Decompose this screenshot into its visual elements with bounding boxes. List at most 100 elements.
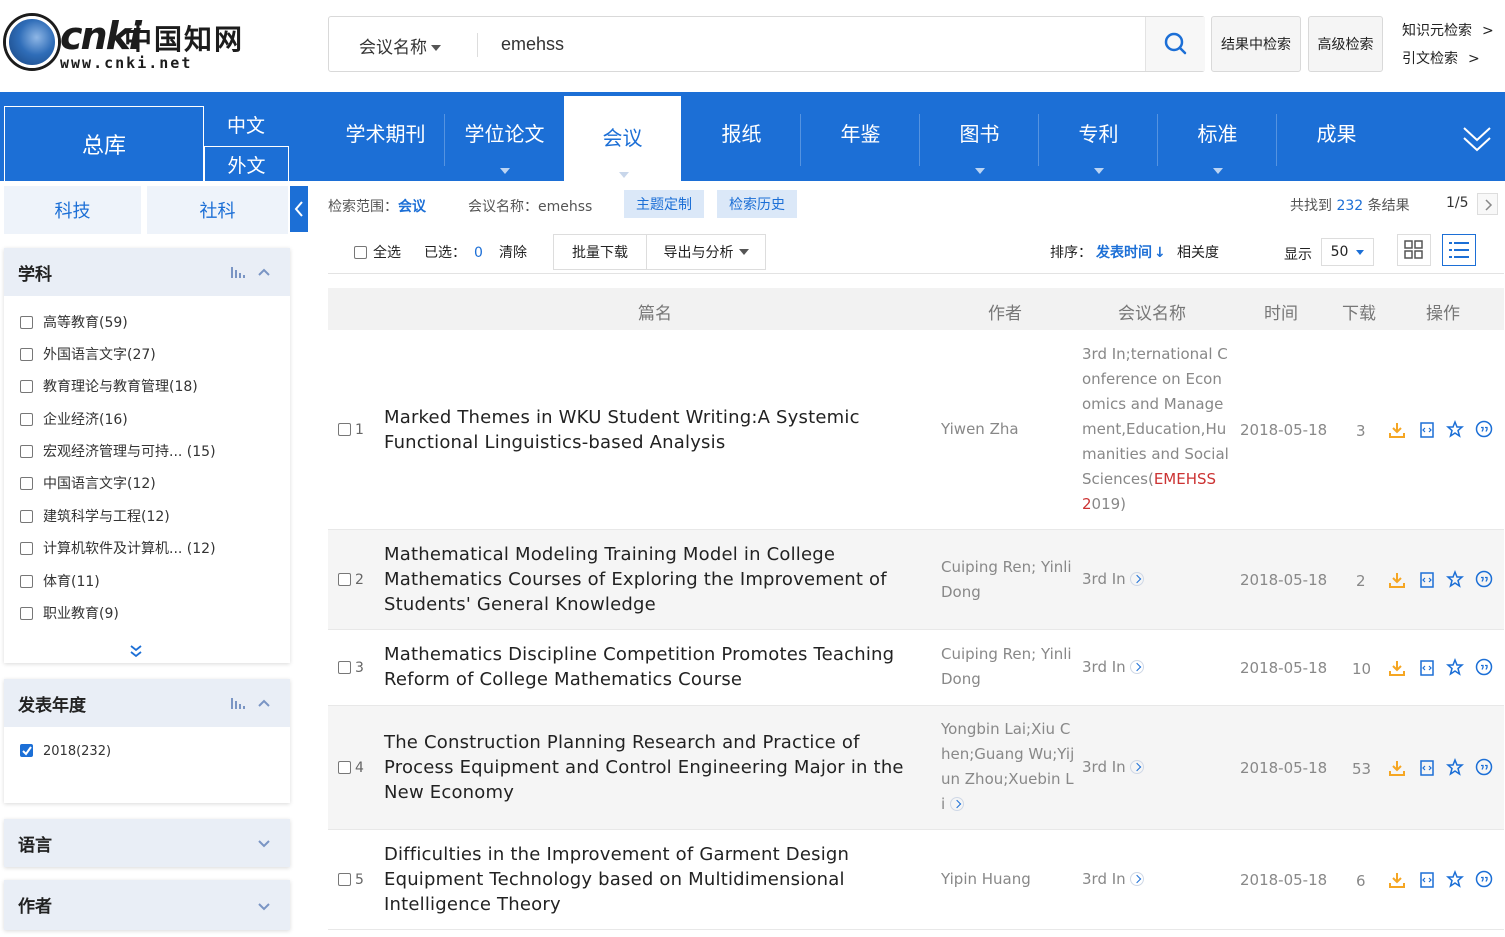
subtab-science[interactable]: 科技 — [4, 186, 141, 234]
subject-item[interactable]: 建筑科学与工程(12) — [20, 506, 170, 526]
language-filter-header[interactable]: 语言 — [4, 819, 290, 867]
download-icon[interactable] — [1388, 659, 1406, 677]
favorite-star-icon[interactable] — [1446, 870, 1464, 888]
checkbox[interactable] — [20, 509, 33, 523]
checkbox[interactable] — [338, 872, 351, 886]
row-select[interactable]: 5 — [338, 872, 364, 888]
tab-journals[interactable]: 学术期刊 — [326, 92, 445, 181]
citation-search-link[interactable]: 引文检索 > — [1402, 48, 1480, 68]
paper-title-link[interactable]: Mathematical Modeling Training Model in … — [384, 542, 914, 617]
paper-title-link[interactable]: Difficulties in the Improvement of Garme… — [384, 842, 914, 917]
batch-download-button[interactable]: 批量下载 — [553, 234, 647, 270]
conference-name[interactable]: 3rd In — [1082, 655, 1230, 680]
checkbox[interactable] — [354, 245, 367, 259]
author-link[interactable]: Cuiping Ren; Yinli Dong — [941, 642, 1075, 692]
subject-item[interactable]: 高等教育(59) — [20, 312, 128, 332]
paper-title-link[interactable]: The Construction Planning Research and P… — [384, 730, 914, 805]
chart-icon[interactable] — [230, 264, 248, 280]
quote-icon[interactable] — [1475, 658, 1493, 676]
search-input[interactable] — [501, 29, 1141, 59]
tab-achievements[interactable]: 成果 — [1277, 92, 1396, 181]
tab-foreign[interactable]: 外文 — [204, 146, 289, 181]
year-item[interactable]: 2018(232) — [20, 744, 111, 759]
subject-item[interactable]: 教育理论与教育管理(18) — [20, 376, 198, 396]
checkbox[interactable] — [20, 574, 33, 588]
search-history-button[interactable]: 检索历史 — [717, 190, 797, 218]
search-button[interactable] — [1145, 17, 1205, 71]
checkbox[interactable] — [20, 412, 33, 426]
conference-name[interactable]: 3rd In — [1082, 867, 1230, 892]
download-icon[interactable] — [1388, 871, 1406, 889]
checkbox[interactable] — [20, 476, 33, 490]
tab-all-databases[interactable]: 总库 — [4, 106, 204, 181]
expand-conference-button[interactable] — [1130, 871, 1145, 886]
favorite-star-icon[interactable] — [1446, 758, 1464, 776]
collapse-sidebar-button[interactable] — [290, 186, 308, 232]
sort-by-date-button[interactable]: 发表时间 ↓ — [1096, 242, 1166, 262]
checkbox[interactable] — [338, 660, 351, 674]
html-read-icon[interactable] — [1418, 871, 1436, 889]
row-select[interactable]: 3 — [338, 660, 364, 676]
subject-item[interactable]: 企业经济(16) — [20, 409, 128, 429]
html-read-icon[interactable] — [1418, 421, 1436, 439]
expand-conference-button[interactable] — [1130, 659, 1145, 674]
checkbox[interactable] — [20, 315, 33, 329]
html-read-icon[interactable] — [1418, 759, 1436, 777]
search-in-results-button[interactable]: 结果中检索 — [1211, 16, 1301, 72]
page-size-select[interactable]: 50 — [1321, 238, 1374, 266]
chart-icon[interactable] — [230, 695, 248, 711]
download-icon[interactable] — [1388, 571, 1406, 589]
html-read-icon[interactable] — [1418, 659, 1436, 677]
topic-customize-button[interactable]: 主题定制 — [624, 190, 704, 218]
author-link[interactable]: Cuiping Ren; Yinli Dong — [941, 555, 1075, 605]
checkbox[interactable] — [20, 379, 33, 393]
chevron-down-icon[interactable] — [256, 898, 272, 914]
tab-chinese[interactable]: 中文 — [204, 106, 288, 143]
tab-books[interactable]: 图书 — [920, 92, 1039, 181]
checkbox[interactable] — [338, 760, 351, 774]
favorite-star-icon[interactable] — [1446, 570, 1464, 588]
list-view-button[interactable] — [1442, 234, 1476, 266]
checkbox[interactable] — [20, 444, 33, 458]
paper-title-link[interactable]: Mathematics Discipline Competition Promo… — [384, 642, 914, 692]
select-all[interactable]: 全选 — [354, 242, 401, 262]
checkbox[interactable] — [338, 422, 351, 436]
chevron-up-icon[interactable] — [256, 264, 272, 280]
subject-item[interactable]: 中国语言文字(12) — [20, 473, 156, 493]
favorite-star-icon[interactable] — [1446, 658, 1464, 676]
checkbox[interactable] — [20, 347, 33, 361]
subject-item[interactable]: 宏观经济管理与可持... (15) — [20, 441, 216, 461]
tab-conference[interactable]: 会议 — [564, 96, 681, 181]
tab-theses[interactable]: 学位论文 — [445, 92, 564, 181]
knowledge-search-link[interactable]: 知识元检索 > — [1402, 20, 1494, 40]
checkbox[interactable] — [338, 572, 351, 586]
author-filter-header[interactable]: 作者 — [4, 880, 290, 930]
download-icon[interactable] — [1388, 759, 1406, 777]
checkbox[interactable] — [20, 541, 33, 555]
paper-title-link[interactable]: Marked Themes in WKU Student Writing:A S… — [384, 405, 914, 455]
chevron-down-icon[interactable] — [256, 835, 272, 851]
subject-item[interactable]: 计算机软件及计算机... (12) — [20, 538, 216, 558]
quote-icon[interactable] — [1475, 870, 1493, 888]
double-chevron-down-icon[interactable] — [128, 643, 144, 659]
export-analysis-dropdown[interactable]: 导出与分析 — [646, 234, 766, 270]
row-select[interactable]: 1 — [338, 422, 364, 438]
checkbox[interactable] — [20, 606, 33, 620]
expand-nav-button[interactable] — [1460, 122, 1494, 156]
row-select[interactable]: 4 — [338, 760, 364, 776]
tab-newspapers[interactable]: 报纸 — [682, 92, 801, 181]
conference-name[interactable]: 3rd In — [1082, 755, 1230, 780]
next-page-button[interactable] — [1477, 193, 1498, 215]
checkbox-checked[interactable] — [20, 744, 33, 757]
html-read-icon[interactable] — [1418, 571, 1436, 589]
author-link[interactable]: Yipin Huang — [941, 867, 1075, 892]
sort-by-relevance-button[interactable]: 相关度 — [1177, 242, 1219, 262]
search-type-select[interactable]: 会议名称 — [359, 33, 441, 58]
quote-icon[interactable] — [1475, 420, 1493, 438]
expand-conference-button[interactable] — [1130, 571, 1145, 586]
clear-selection-button[interactable]: 清除 — [499, 242, 527, 262]
favorite-star-icon[interactable] — [1446, 420, 1464, 438]
subject-item[interactable]: 外国语言文字(27) — [20, 344, 156, 364]
advanced-search-button[interactable]: 高级检索 — [1308, 16, 1383, 72]
expand-conference-button[interactable] — [1130, 759, 1145, 774]
